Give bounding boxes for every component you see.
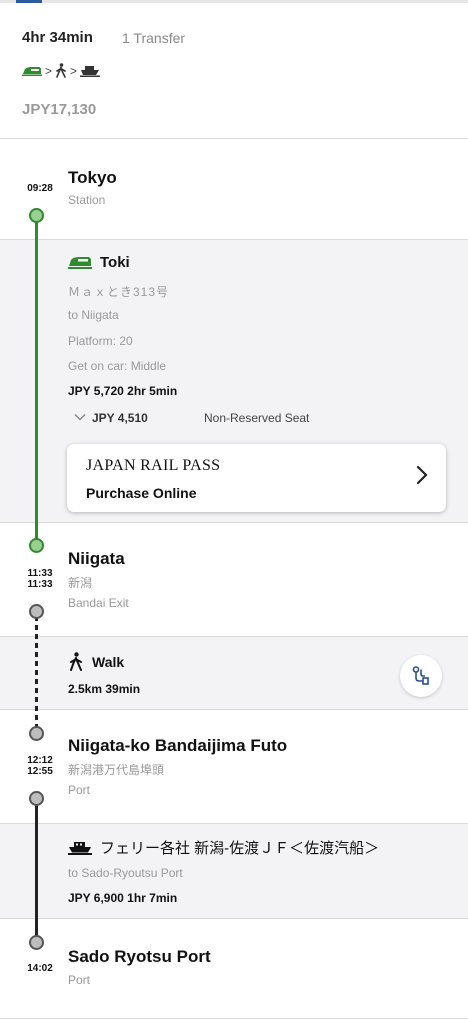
seat-price: JPY 4,510 — [92, 411, 148, 425]
train-title: Toki — [68, 254, 130, 271]
station-name-jp: 新潟港万代島埠頭 — [68, 763, 165, 777]
ferry-name: フェリー各社 新潟-佐渡ＪＦ＜佐渡汽船＞ — [100, 840, 380, 857]
ferry-icon — [68, 841, 92, 855]
ferry-fare-time: JPY 6,900 1hr 7min — [68, 891, 178, 905]
chevron-right-icon — [416, 465, 428, 485]
arrive-time: 14:02 — [27, 963, 53, 974]
station-name: Sado Ryotsu Port — [68, 947, 211, 966]
station-niigata-ko[interactable]: 12:12 12:55 Niigata-ko Bandaijima Futo 新… — [0, 709, 468, 823]
station-name: Tokyo — [68, 168, 117, 187]
station-exit: Bandai Exit — [68, 596, 129, 610]
walk-route-button[interactable] — [400, 655, 442, 697]
list-end-divider — [0, 1018, 468, 1023]
walk-dist-time: 2.5km 39min — [68, 682, 141, 696]
route-node-niigata-ko-arrive — [29, 726, 44, 741]
train-car: Get on car: Middle — [68, 359, 167, 373]
jr-pass-action: Purchase Online — [86, 485, 197, 501]
total-fare: JPY17,130 — [22, 101, 97, 118]
route-node-sado-ryotsu — [29, 935, 44, 950]
station-type: Station — [68, 193, 106, 207]
arrive-time: 12:12 — [27, 755, 53, 766]
route-node-niigata-depart — [29, 604, 44, 619]
segment-walk: Walk 2.5km 39min — [0, 636, 468, 709]
arrive-time: 11:33 — [27, 568, 53, 579]
station-niigata[interactable]: 11:33 11:33 Niigata 新潟 Bandai Exit — [0, 522, 468, 636]
train-platform: Platform: 20 — [68, 334, 133, 348]
train-line: Ｍａｘとき313号 — [68, 285, 170, 299]
route-line-ferry — [35, 797, 38, 940]
chevron-down-icon — [74, 412, 86, 424]
route-summary: 4hr 34min 1 Transfer > > JPY17,130 — [0, 0, 468, 139]
depart-time: 11:33 — [27, 579, 53, 590]
transfer-count: 1 Transfer — [122, 30, 186, 46]
station-name: Niigata-ko Bandaijima Futo — [68, 736, 288, 755]
route-line-train — [35, 215, 38, 546]
route-node-tokyo — [29, 208, 44, 223]
seat-type: Non-Reserved Seat — [204, 411, 310, 425]
mode-sequence: > > — [22, 63, 101, 78]
station-type: Port — [68, 783, 91, 797]
ferry-title: フェリー各社 新潟-佐渡ＪＦ＜佐渡汽船＞ — [68, 837, 379, 858]
route-node-niigata-arrive — [29, 538, 44, 553]
jr-pass-card[interactable]: JAPAN RAIL PASS Purchase Online — [67, 444, 446, 512]
walk-icon — [56, 63, 66, 78]
station-tokyo[interactable]: 09:28 Tokyo Station — [0, 139, 468, 239]
station-sado-ryotsu[interactable]: 14:02 Sado Ryotsu Port Port — [0, 918, 468, 1018]
depart-time: 09:28 — [27, 183, 53, 194]
depart-time: 12:55 — [27, 766, 53, 777]
ferry-icon — [80, 65, 101, 77]
train-icon — [68, 257, 92, 269]
total-duration: 4hr 34min — [22, 29, 93, 46]
mode-separator: > — [70, 63, 78, 78]
jr-pass-title: JAPAN RAIL PASS — [86, 457, 221, 474]
station-type: Port — [68, 973, 91, 987]
route-node-niigata-ko-depart — [29, 791, 44, 806]
mode-separator: > — [45, 63, 53, 78]
walk-label: Walk — [92, 653, 125, 670]
segment-ferry: フェリー各社 新潟-佐渡ＪＦ＜佐渡汽船＞ to Sado-Ryoutsu Por… — [0, 823, 468, 918]
station-name-jp: 新潟 — [68, 576, 93, 590]
seat-selector[interactable]: JPY 4,510 Non-Reserved Seat — [74, 411, 309, 425]
train-name: Toki — [100, 254, 130, 271]
ferry-direction: to Sado-Ryoutsu Port — [68, 866, 183, 880]
station-name: Niigata — [68, 549, 125, 568]
walk-title: Walk — [68, 652, 124, 671]
train-icon — [22, 66, 42, 76]
train-direction: to Niigata — [68, 308, 119, 322]
route-map-icon — [412, 666, 429, 685]
route-line-walk — [35, 616, 38, 728]
train-fare-time: JPY 5,720 2hr 5min — [68, 384, 178, 398]
walk-icon — [70, 652, 82, 671]
segment-train: Toki Ｍａｘとき313号 to Niigata Platform: 20 G… — [0, 239, 468, 522]
